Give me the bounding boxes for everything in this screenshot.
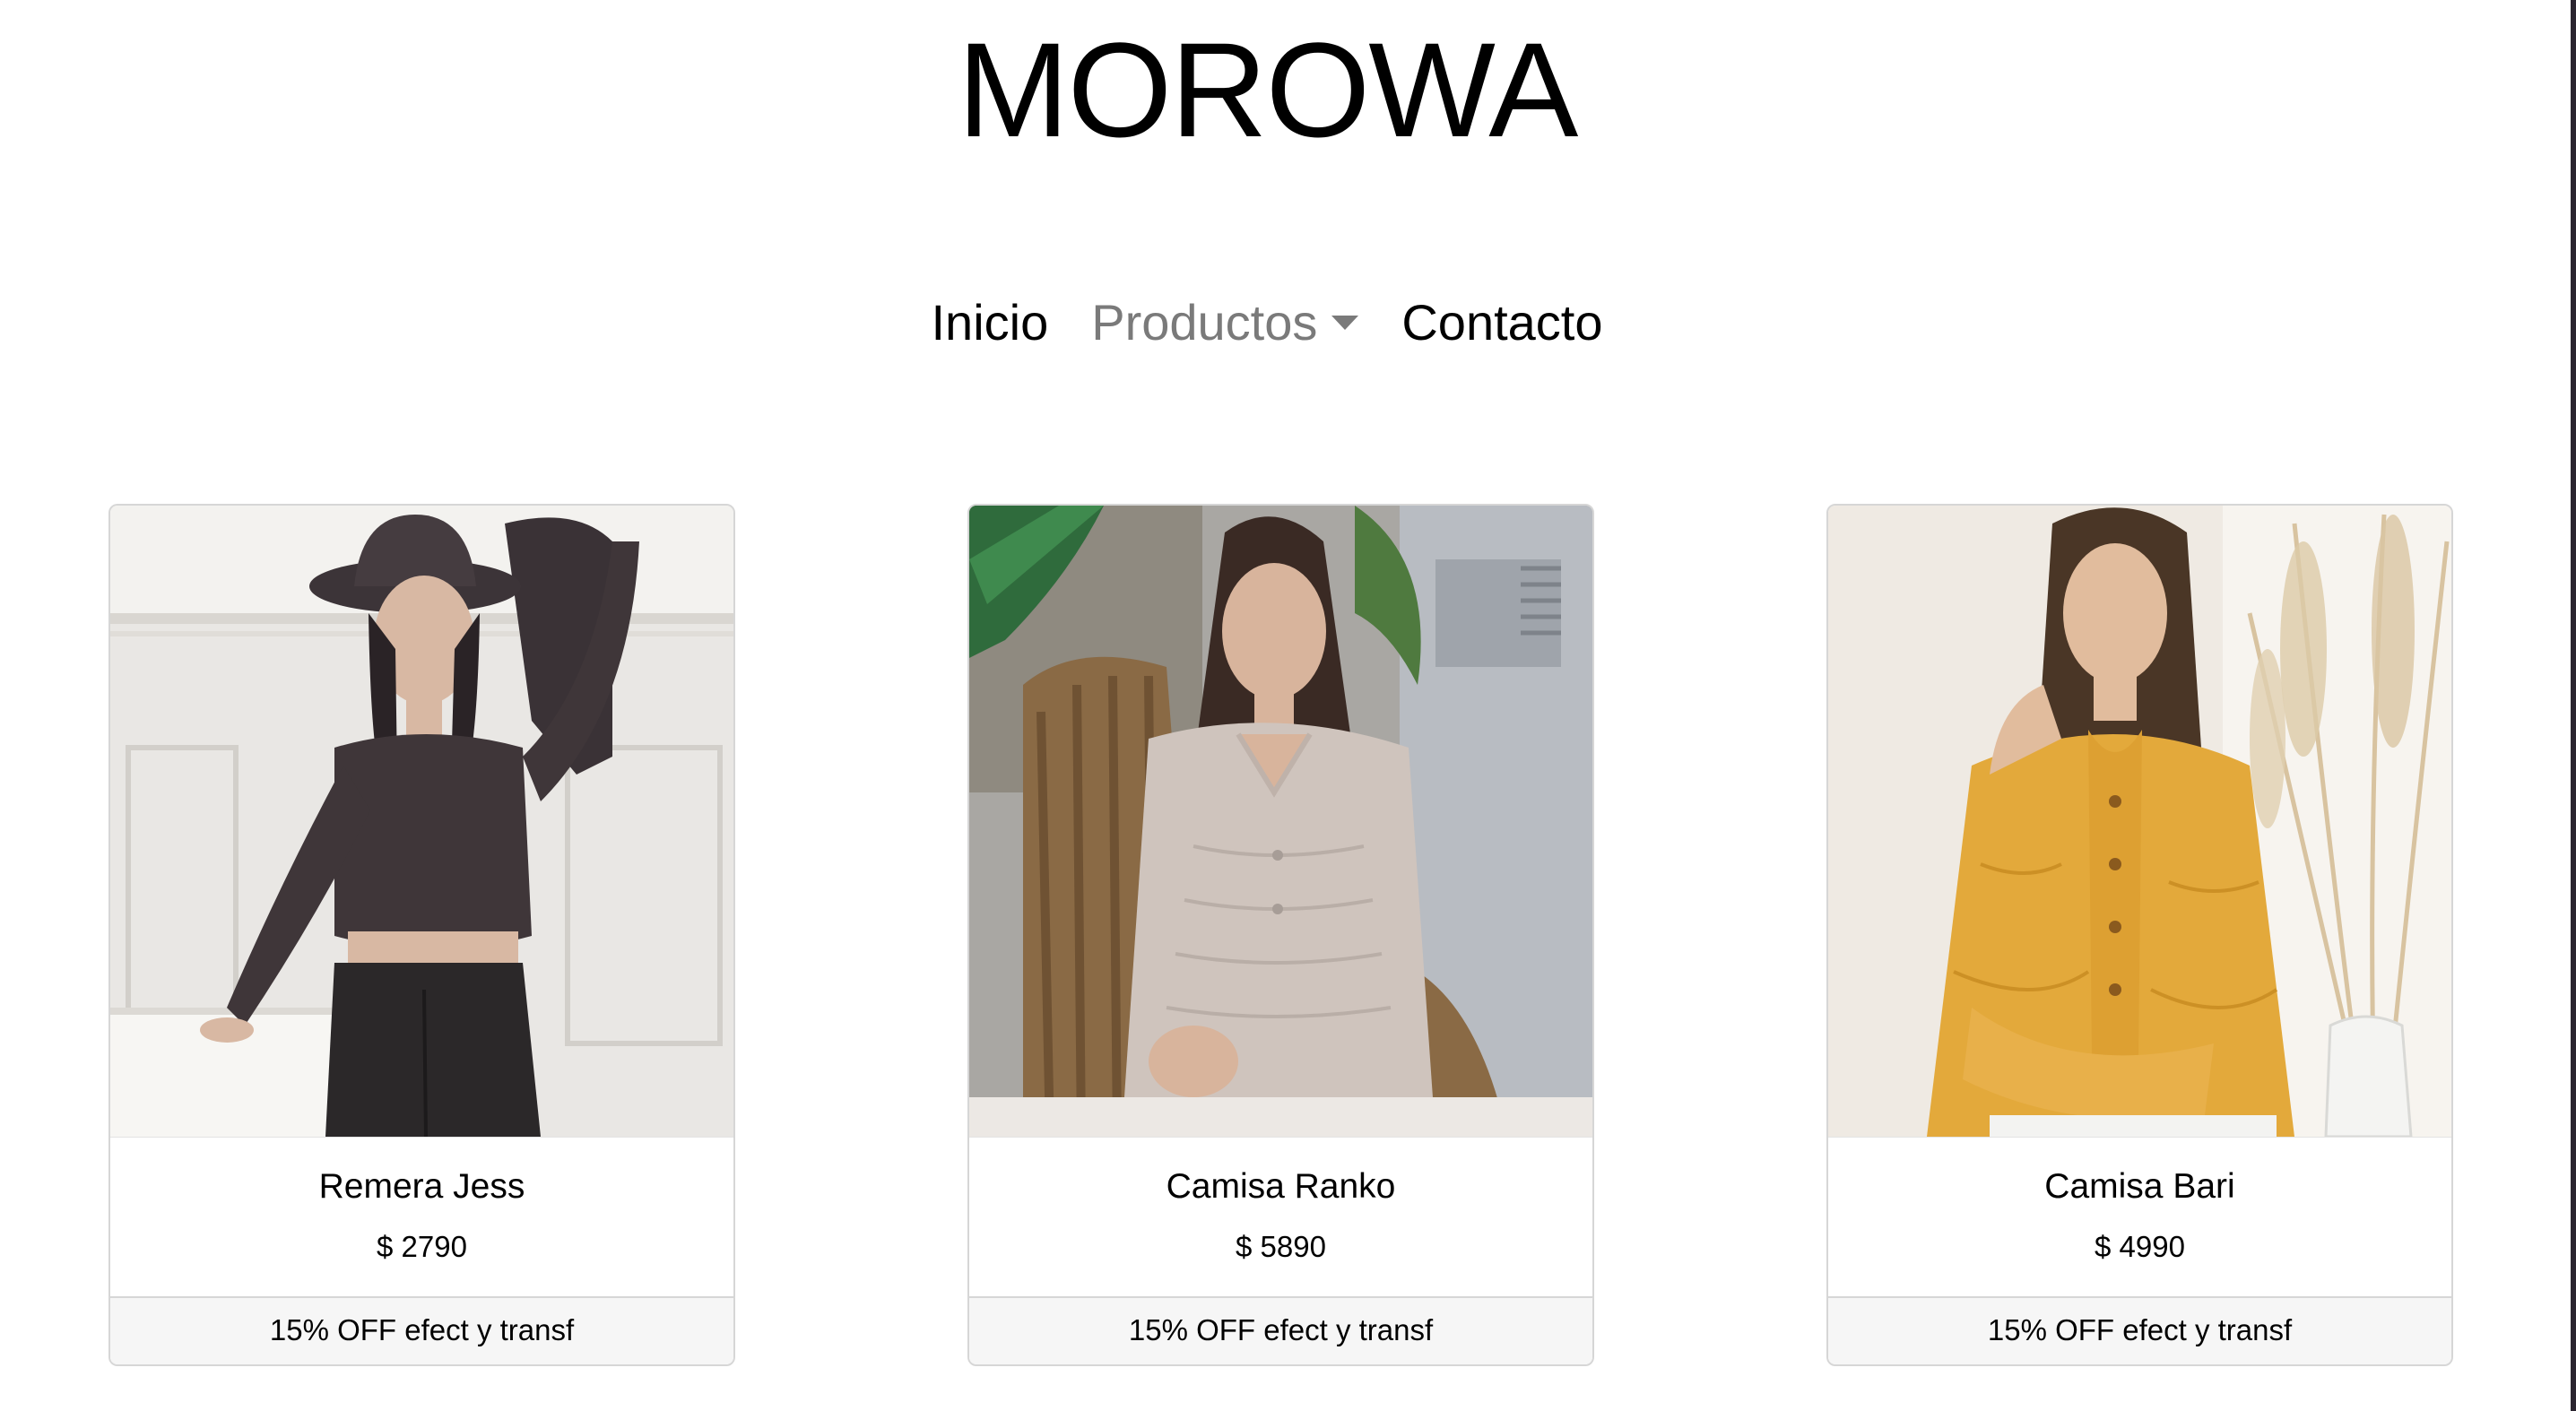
product-card[interactable]: Remera Jess $ 2790 15% OFF efect y trans… — [108, 504, 735, 1366]
product-title[interactable]: Remera Jess — [110, 1164, 733, 1209]
product-title[interactable]: Camisa Bari — [1828, 1164, 2451, 1209]
main-nav: Inicio Productos Contacto — [0, 285, 2534, 360]
product-image-camisa-ranko[interactable] — [969, 506, 1592, 1137]
product-price: $ 5890 — [1236, 1230, 1326, 1263]
product-discount-footer: 15% OFF efect y transf — [969, 1296, 1592, 1364]
nav-item-productos-dropdown[interactable]: Productos — [1091, 285, 1359, 360]
product-card-body: Camisa Ranko $ 5890 — [969, 1137, 1592, 1297]
product-image-remera-jess[interactable] — [110, 506, 733, 1137]
product-title[interactable]: Camisa Ranko — [969, 1164, 1592, 1209]
product-price: $ 2790 — [377, 1230, 467, 1263]
product-price: $ 4990 — [2095, 1230, 2185, 1263]
nav-item-productos-label: Productos — [1091, 294, 1318, 351]
caret-down-icon — [1331, 316, 1359, 330]
brand-logo[interactable]: MOROWA — [0, 9, 2534, 170]
product-discount-footer: 15% OFF efect y transf — [110, 1296, 733, 1364]
product-image-camisa-bari[interactable] — [1828, 506, 2451, 1137]
product-card[interactable]: Camisa Bari $ 4990 15% OFF efect y trans… — [1826, 504, 2453, 1366]
product-card-body: Camisa Bari $ 4990 — [1828, 1137, 2451, 1297]
window-edge — [2571, 0, 2576, 1411]
product-discount-footer: 15% OFF efect y transf — [1828, 1296, 2451, 1364]
product-card[interactable]: Camisa Ranko $ 5890 15% OFF efect y tran… — [967, 504, 1594, 1366]
nav-item-inicio[interactable]: Inicio — [931, 285, 1048, 360]
nav-item-contacto[interactable]: Contacto — [1401, 285, 1602, 360]
product-card-body: Remera Jess $ 2790 — [110, 1137, 733, 1297]
